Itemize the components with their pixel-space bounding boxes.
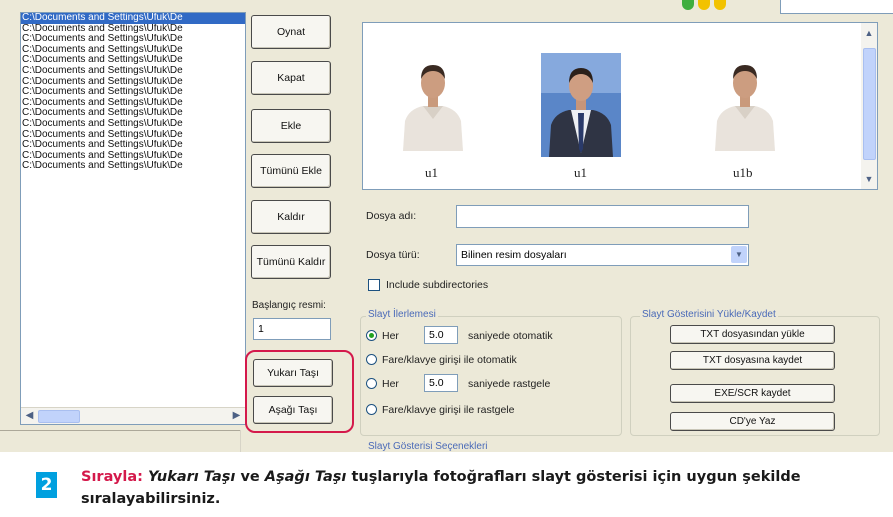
highlight-annotation [245,350,354,433]
divider [240,430,241,452]
interval-seconds-input[interactable]: 5.0 [424,326,458,344]
burn-cd-button[interactable]: CD'ye Yaz [670,412,835,431]
include-subdirectories-checkbox[interactable] [368,279,380,291]
file-name-input[interactable] [456,205,749,228]
add-button[interactable]: Ekle [251,109,331,143]
radio-label: saniyede otomatik [468,330,553,342]
thumbnail-preview[interactable]: u1 u1 u1b ▲ ▼ [362,22,878,190]
radio-label: Fare/klavye girişi ile otomatik [382,354,517,366]
app-window: C:\Documents and Settings\Ufuk\De C:\Docu… [0,0,893,452]
scroll-down-icon[interactable]: ▼ [862,172,876,186]
add-all-button[interactable]: Tümünü Ekle [251,154,331,188]
slideshow-save-title: Slayt Gösterisini Yükle/Kaydet [640,309,778,320]
file-list-item[interactable]: C:\Documents and Settings\Ufuk\De [21,77,245,88]
file-list-item[interactable]: C:\Documents and Settings\Ufuk\De [21,13,245,24]
file-list-item[interactable]: C:\Documents and Settings\Ufuk\De [21,161,245,172]
save-exe-button[interactable]: EXE/SCR kaydet [670,384,835,403]
remove-button[interactable]: Kaldır [251,200,331,234]
start-image-label: Başlangıç resmi: [252,300,326,311]
caption-emphasis: Yukarı Taşı [147,469,236,485]
file-list-item[interactable]: C:\Documents and Settings\Ufuk\De [21,130,245,141]
file-list-item[interactable]: C:\Documents and Settings\Ufuk\De [21,66,245,77]
play-button[interactable]: Oynat [251,15,331,49]
thumbnail-caption: u1 [425,165,438,180]
radio-label: saniyede rastgele [468,378,551,390]
include-subdirectories-label: Include subdirectories [386,279,489,291]
scroll-right-icon[interactable]: ▶ [229,409,244,422]
caption-emphasis: Aşağı Taşı [264,469,347,485]
file-list-item[interactable]: C:\Documents and Settings\Ufuk\De [21,34,245,45]
scrollbar-thumb[interactable] [863,48,876,160]
file-list[interactable]: C:\Documents and Settings\Ufuk\De C:\Docu… [20,12,246,425]
thumbnail-3[interactable] [707,51,783,151]
scroll-up-icon[interactable]: ▲ [862,26,876,40]
file-list-rows: C:\Documents and Settings\Ufuk\De C:\Docu… [21,13,245,172]
slideshow-options-title: Slayt Gösterisi Seçenekleri [366,441,490,452]
thumbnail-caption: u1 [574,165,587,180]
file-type-select[interactable]: Bilinen resim dosyaları ▼ [456,244,749,266]
yellow-status-icon[interactable] [714,0,726,10]
file-type-label: Dosya türü: [366,249,420,261]
save-txt-button[interactable]: TXT dosyasına kaydet [670,351,835,370]
caption-lead: Sırayla: [81,469,143,485]
radio-label: Fare/klavye girişi ile rastgele [382,404,515,416]
file-list-item[interactable]: C:\Documents and Settings\Ufuk\De [21,98,245,109]
file-list-item[interactable]: C:\Documents and Settings\Ufuk\De [21,140,245,151]
load-txt-button[interactable]: TXT dosyasından yükle [670,325,835,344]
green-status-icon[interactable] [682,0,694,10]
radio-random-interval[interactable] [366,378,377,389]
scrollbar-thumb[interactable] [38,410,80,423]
vertical-scrollbar[interactable]: ▲ ▼ [861,23,877,189]
file-list-item[interactable]: C:\Documents and Settings\Ufuk\De [21,108,245,119]
scroll-left-icon[interactable]: ◀ [22,409,37,422]
file-name-label: Dosya adı: [366,210,417,222]
divider [0,430,240,431]
folder-combo[interactable] [780,0,893,14]
step-number-badge: 2 [36,472,57,498]
file-list-item[interactable]: C:\Documents and Settings\Ufuk\De [21,55,245,66]
thumbnail-caption: u1b [733,165,753,180]
caption-connector: ve [240,469,260,485]
radio-label: Her [382,330,399,342]
radio-label: Her [382,378,399,390]
thumbnail-2[interactable] [541,53,621,157]
yellow-status-icon[interactable] [698,0,710,10]
toolbar [362,0,893,16]
start-image-input[interactable]: 1 [253,318,331,340]
thumbnail-1[interactable] [395,51,471,151]
close-button[interactable]: Kapat [251,61,331,95]
slide-interval-title: Slayt İlerlemesi [366,309,438,320]
random-seconds-input[interactable]: 5.0 [424,374,458,392]
chevron-down-icon[interactable]: ▼ [731,246,747,263]
radio-manual-random[interactable] [366,404,377,415]
radio-manual-auto[interactable] [366,354,377,365]
radio-auto-interval[interactable] [366,330,377,341]
remove-all-button[interactable]: Tümünü Kaldır [251,245,331,279]
horizontal-scrollbar[interactable]: ◀ ▶ [21,407,245,424]
file-list-item[interactable]: C:\Documents and Settings\Ufuk\De [21,45,245,56]
file-list-item[interactable]: C:\Documents and Settings\Ufuk\De [21,119,245,130]
file-list-item[interactable]: C:\Documents and Settings\Ufuk\De [21,24,245,35]
file-list-item[interactable]: C:\Documents and Settings\Ufuk\De [21,151,245,162]
file-type-value: Bilinen resim dosyaları [461,249,567,261]
caption-text: Sırayla: Yukarı Taşı ve Aşağı Taşı tuşla… [81,466,861,510]
file-list-item[interactable]: C:\Documents and Settings\Ufuk\De [21,87,245,98]
